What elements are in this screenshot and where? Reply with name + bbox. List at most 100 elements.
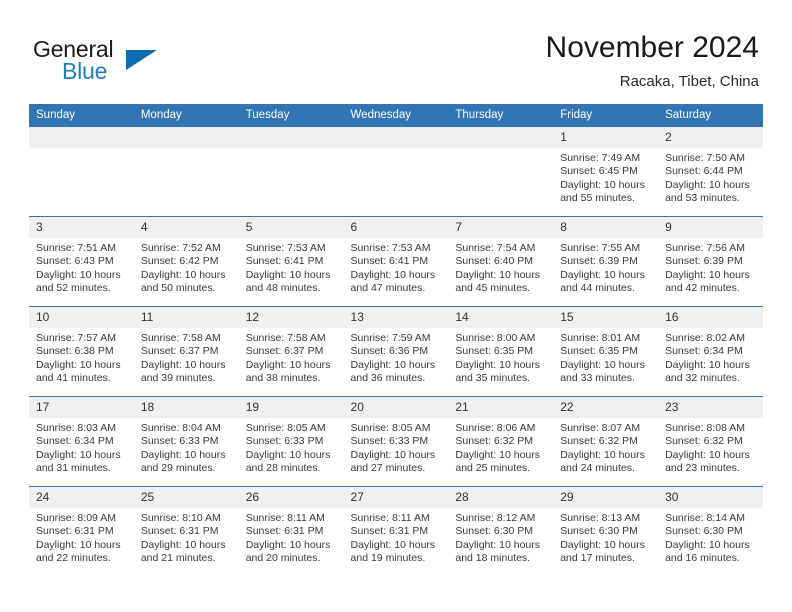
daylight-text-line1: Daylight: 10 hours <box>455 268 541 281</box>
sunrise-text: Sunrise: 8:00 AM <box>455 332 536 344</box>
sunrise-text: Sunrise: 8:11 AM <box>245 512 325 524</box>
day-cell-empty <box>343 126 449 217</box>
daylight-text-line2: and 55 minutes. <box>560 191 635 204</box>
sunset-text: Sunset: 6:30 PM <box>455 525 534 538</box>
weekday-header-sunday: Sunday <box>29 104 134 127</box>
day-cell[interactable]: 20 Sunrise: 8:05 AM Sunset: 6:33 PM Dayl… <box>343 396 449 487</box>
day-details: Sunrise: 8:01 AM Sunset: 6:35 PM Dayligh… <box>553 328 658 385</box>
day-cell[interactable]: 17 Sunrise: 8:03 AM Sunset: 6:34 PM Dayl… <box>29 396 134 487</box>
sunset-text: Sunset: 6:39 PM <box>665 255 743 268</box>
sunset-text: Sunset: 6:39 PM <box>560 255 638 268</box>
day-cell[interactable]: 6 Sunrise: 7:53 AM Sunset: 6:41 PM Dayli… <box>343 216 449 307</box>
day-cell[interactable]: 26 Sunrise: 8:11 AM Sunset: 6:31 PM Dayl… <box>238 486 344 576</box>
day-cell[interactable]: 1 Sunrise: 7:49 AM Sunset: 6:45 PM Dayli… <box>553 126 659 217</box>
day-cell[interactable]: 24 Sunrise: 8:09 AM Sunset: 6:31 PM Dayl… <box>29 486 134 576</box>
sunrise-text: Sunrise: 7:57 AM <box>36 332 116 344</box>
day-details: Sunrise: 7:54 AM Sunset: 6:40 PM Dayligh… <box>448 238 553 295</box>
day-number: 9 <box>658 217 763 238</box>
day-cell[interactable]: 27 Sunrise: 8:11 AM Sunset: 6:31 PM Dayl… <box>343 486 449 576</box>
day-number: 28 <box>448 487 554 508</box>
calendar-header-row: Sunday Monday Tuesday Wednesday Thursday… <box>29 104 763 127</box>
calendar-table: Sunday Monday Tuesday Wednesday Thursday… <box>29 104 763 576</box>
day-cell[interactable]: 12 Sunrise: 7:58 AM Sunset: 6:37 PM Dayl… <box>238 306 344 397</box>
day-number: 11 <box>133 307 239 328</box>
daylight-text-line1: Daylight: 10 hours <box>36 358 121 371</box>
day-cell[interactable]: 29 Sunrise: 8:13 AM Sunset: 6:30 PM Dayl… <box>553 486 659 576</box>
day-cell[interactable]: 3 Sunrise: 7:51 AM Sunset: 6:43 PM Dayli… <box>29 216 134 307</box>
sunrise-text: Sunrise: 8:07 AM <box>560 422 641 434</box>
day-details: Sunrise: 7:55 AM Sunset: 6:39 PM Dayligh… <box>553 238 658 295</box>
day-cell[interactable]: 9 Sunrise: 7:56 AM Sunset: 6:39 PM Dayli… <box>658 216 763 307</box>
day-cell[interactable]: 7 Sunrise: 7:54 AM Sunset: 6:40 PM Dayli… <box>448 216 554 307</box>
day-details: Sunrise: 8:12 AM Sunset: 6:30 PM Dayligh… <box>448 508 553 565</box>
day-details: Sunrise: 8:05 AM Sunset: 6:33 PM Dayligh… <box>239 418 344 475</box>
day-details: Sunrise: 8:10 AM Sunset: 6:31 PM Dayligh… <box>134 508 239 565</box>
day-cell[interactable]: 2 Sunrise: 7:50 AM Sunset: 6:44 PM Dayli… <box>658 126 763 217</box>
daylight-text-line1: Daylight: 10 hours <box>140 268 226 281</box>
day-details: Sunrise: 7:51 AM Sunset: 6:43 PM Dayligh… <box>29 238 134 295</box>
day-cell[interactable]: 4 Sunrise: 7:52 AM Sunset: 6:42 PM Dayli… <box>133 216 239 307</box>
sunset-text: Sunset: 6:35 PM <box>455 345 534 358</box>
day-cell[interactable]: 19 Sunrise: 8:05 AM Sunset: 6:33 PM Dayl… <box>238 396 344 487</box>
daylight-text-line2: and 18 minutes. <box>455 551 531 564</box>
daylight-text-line2: and 45 minutes. <box>455 281 531 294</box>
sunrise-text: Sunrise: 8:10 AM <box>140 512 221 524</box>
sunrise-text: Sunrise: 8:08 AM <box>665 422 746 434</box>
daylight-text-line1: Daylight: 10 hours <box>560 268 645 281</box>
day-cell[interactable]: 16 Sunrise: 8:02 AM Sunset: 6:34 PM Dayl… <box>658 306 763 397</box>
daylight-text-line2: and 35 minutes. <box>455 371 531 384</box>
day-cell[interactable]: 10 Sunrise: 7:57 AM Sunset: 6:38 PM Dayl… <box>29 306 134 397</box>
sunset-text: Sunset: 6:34 PM <box>36 435 114 448</box>
day-number: 6 <box>343 217 449 238</box>
day-cell[interactable]: 25 Sunrise: 8:10 AM Sunset: 6:31 PM Dayl… <box>133 486 239 576</box>
day-cell[interactable]: 8 Sunrise: 7:55 AM Sunset: 6:39 PM Dayli… <box>553 216 659 307</box>
day-cell[interactable]: 21 Sunrise: 8:06 AM Sunset: 6:32 PM Dayl… <box>448 396 554 487</box>
day-number: 27 <box>343 487 449 508</box>
sunset-text: Sunset: 6:43 PM <box>36 255 114 268</box>
day-number: 10 <box>29 307 134 328</box>
day-cell[interactable]: 22 Sunrise: 8:07 AM Sunset: 6:32 PM Dayl… <box>553 396 659 487</box>
brand-logo[interactable]: General Blue <box>33 36 213 88</box>
daylight-text-line1: Daylight: 10 hours <box>245 538 331 551</box>
daylight-text-line1: Daylight: 10 hours <box>350 358 436 371</box>
daylight-text-line1: Daylight: 10 hours <box>455 538 541 551</box>
day-cell[interactable]: 23 Sunrise: 8:08 AM Sunset: 6:32 PM Dayl… <box>658 396 763 487</box>
day-cell[interactable]: 14 Sunrise: 8:00 AM Sunset: 6:35 PM Dayl… <box>448 306 554 397</box>
day-cell[interactable]: 18 Sunrise: 8:04 AM Sunset: 6:33 PM Dayl… <box>133 396 239 487</box>
day-details: Sunrise: 8:00 AM Sunset: 6:35 PM Dayligh… <box>448 328 553 385</box>
daylight-text-line2: and 27 minutes. <box>350 461 426 474</box>
sunset-text: Sunset: 6:34 PM <box>665 345 743 358</box>
daylight-text-line1: Daylight: 10 hours <box>665 448 750 461</box>
day-number: 22 <box>553 397 659 418</box>
daylight-text-line2: and 39 minutes. <box>140 371 216 384</box>
daylight-text-line1: Daylight: 10 hours <box>36 448 121 461</box>
daylight-text-line1: Daylight: 10 hours <box>560 538 645 551</box>
day-number: 4 <box>133 217 239 238</box>
sunrise-text: Sunrise: 8:05 AM <box>245 422 326 434</box>
day-number: 1 <box>553 127 659 148</box>
day-details: Sunrise: 8:03 AM Sunset: 6:34 PM Dayligh… <box>29 418 134 475</box>
sunrise-text: Sunrise: 8:05 AM <box>350 422 431 434</box>
day-number: 5 <box>238 217 344 238</box>
daylight-text-line2: and 23 minutes. <box>665 461 740 474</box>
daylight-text-line1: Daylight: 10 hours <box>350 538 436 551</box>
day-cell[interactable]: 30 Sunrise: 8:14 AM Sunset: 6:30 PM Dayl… <box>658 486 763 576</box>
day-cell[interactable]: 13 Sunrise: 7:59 AM Sunset: 6:36 PM Dayl… <box>343 306 449 397</box>
day-cell[interactable]: 28 Sunrise: 8:12 AM Sunset: 6:30 PM Dayl… <box>448 486 554 576</box>
day-details: Sunrise: 7:52 AM Sunset: 6:42 PM Dayligh… <box>134 238 239 295</box>
daylight-text-line2: and 47 minutes. <box>350 281 426 294</box>
day-number: 25 <box>133 487 239 508</box>
day-cell[interactable]: 5 Sunrise: 7:53 AM Sunset: 6:41 PM Dayli… <box>238 216 344 307</box>
day-cell[interactable]: 11 Sunrise: 7:58 AM Sunset: 6:37 PM Dayl… <box>133 306 239 397</box>
sunrise-text: Sunrise: 7:53 AM <box>245 242 326 254</box>
daylight-text-line2: and 32 minutes. <box>665 371 740 384</box>
daylight-text-line2: and 41 minutes. <box>36 371 111 384</box>
sunrise-text: Sunrise: 7:50 AM <box>665 152 746 164</box>
sunrise-text: Sunrise: 8:04 AM <box>140 422 221 434</box>
sunrise-text: Sunrise: 8:11 AM <box>350 512 430 524</box>
day-details: Sunrise: 7:53 AM Sunset: 6:41 PM Dayligh… <box>239 238 344 295</box>
sunrise-text: Sunrise: 8:12 AM <box>455 512 536 524</box>
day-number: 8 <box>553 217 659 238</box>
day-cell[interactable]: 15 Sunrise: 8:01 AM Sunset: 6:35 PM Dayl… <box>553 306 659 397</box>
weekday-header-saturday: Saturday <box>658 104 763 127</box>
